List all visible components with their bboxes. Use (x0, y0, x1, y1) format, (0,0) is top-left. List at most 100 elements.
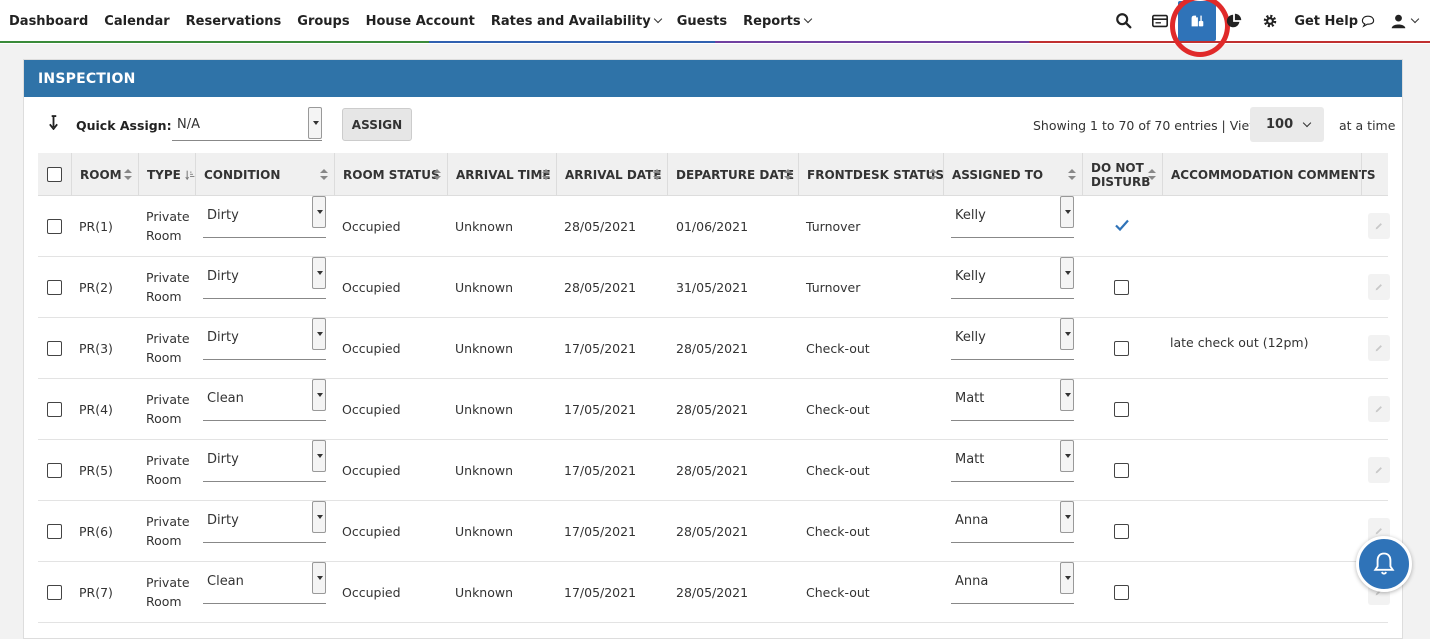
assigned-to-select[interactable]: Matt (951, 379, 1074, 421)
frontdesk-status-cell: Check-out (806, 462, 870, 478)
nav-item-label: Groups (297, 13, 350, 29)
condition-value: Clean (207, 391, 244, 406)
search-icon[interactable] (1106, 3, 1142, 39)
dnd-checkbox[interactable] (1114, 462, 1129, 478)
header-do-not-disturb[interactable]: DO NOT DISTURB (1082, 153, 1162, 196)
assigned-to-select[interactable]: Kelly (951, 318, 1074, 360)
dropdown-arrow-icon[interactable] (1060, 501, 1074, 533)
assigned-to-select[interactable]: Anna (951, 562, 1074, 604)
nav-item-reports[interactable]: Reports (735, 14, 818, 29)
dropdown-arrow-icon[interactable] (1060, 196, 1074, 228)
header-arrival-time[interactable]: ARRIVAL TIME (447, 153, 556, 196)
nav-item-groups[interactable]: Groups (289, 14, 357, 29)
nav-item-label: Dashboard (9, 13, 89, 29)
dnd-checkbox[interactable] (1114, 401, 1129, 417)
dropdown-arrow-icon[interactable] (1060, 562, 1074, 594)
dropdown-arrow-icon[interactable] (312, 562, 326, 594)
row-checkbox[interactable] (47, 279, 62, 295)
housekeeping-icon[interactable] (1170, 0, 1231, 57)
nav-item-guests[interactable]: Guests (669, 14, 735, 29)
row-checkbox[interactable] (47, 340, 62, 356)
at-time-label: at a time (1339, 118, 1396, 133)
assigned-to-select[interactable]: Anna (951, 501, 1074, 543)
arrival-time-cell: Unknown (455, 218, 514, 234)
assigned-to-value: Kelly (955, 330, 986, 345)
edit-button[interactable] (1368, 396, 1390, 422)
user-menu[interactable] (1390, 13, 1420, 30)
dropdown-arrow-icon[interactable] (312, 196, 326, 228)
row-select-cell (47, 318, 62, 378)
page-size-select[interactable]: 100 (1250, 107, 1324, 142)
assigned-to-select[interactable]: Kelly (951, 196, 1074, 238)
gear-icon[interactable] (1252, 3, 1288, 39)
sort-icon (124, 169, 132, 181)
row-checkbox[interactable] (47, 462, 62, 478)
dropdown-arrow-icon[interactable] (312, 379, 326, 411)
header-room-status-label: ROOM STATUS (343, 167, 440, 182)
condition-select[interactable]: Clean (203, 562, 326, 604)
condition-select[interactable]: Dirty (203, 318, 326, 360)
arrival-time-cell: Unknown (455, 523, 514, 539)
dropdown-arrow-icon[interactable] (1060, 379, 1074, 411)
assign-button[interactable]: ASSIGN (342, 108, 412, 141)
dnd-checkbox[interactable] (1114, 584, 1129, 600)
edit-button[interactable] (1368, 457, 1390, 483)
dropdown-arrow-icon[interactable] (308, 107, 322, 139)
nav-item-label: Reservations (185, 13, 282, 29)
dropdown-arrow-icon[interactable] (312, 440, 326, 472)
dnd-checkbox[interactable] (1114, 279, 1129, 295)
row-checkbox[interactable] (47, 523, 62, 539)
sort-down-icon[interactable] (48, 115, 59, 134)
nav-item-calendar[interactable]: Calendar (96, 14, 177, 29)
assigned-to-select[interactable]: Matt (951, 440, 1074, 482)
nav-item-house-account[interactable]: House Account (358, 14, 483, 29)
nav-item-rates-and-availability[interactable]: Rates and Availability (483, 14, 669, 29)
dropdown-arrow-icon[interactable] (312, 257, 326, 289)
condition-select[interactable]: Dirty (203, 257, 326, 299)
dropdown-arrow-icon[interactable] (1060, 440, 1074, 472)
header-type[interactable]: TYPE (138, 153, 195, 196)
type-line2: Room (146, 350, 182, 365)
condition-select[interactable]: Clean (203, 379, 326, 421)
dropdown-arrow-icon[interactable] (1060, 257, 1074, 289)
row-checkbox[interactable] (47, 401, 62, 417)
header-room[interactable]: ROOM (71, 153, 138, 196)
checkmark-icon[interactable] (1114, 217, 1130, 236)
nav-item-dashboard[interactable]: Dashboard (0, 14, 96, 29)
edit-button[interactable] (1368, 213, 1390, 239)
header-room-status[interactable]: ROOM STATUS (334, 153, 447, 196)
select-all-checkbox[interactable] (47, 167, 62, 182)
edit-button[interactable] (1368, 335, 1390, 361)
header-frontdesk-status-label: FRONTDESK STATUS (807, 167, 944, 182)
toolbar: Quick Assign: N/A ASSIGN Showing 1 to 70… (24, 97, 1402, 153)
dnd-checkbox[interactable] (1114, 340, 1129, 356)
row-checkbox[interactable] (47, 218, 62, 234)
dropdown-arrow-icon[interactable] (312, 501, 326, 533)
edit-button[interactable] (1368, 274, 1390, 300)
condition-select[interactable]: Dirty (203, 196, 326, 238)
condition-select[interactable]: Dirty (203, 440, 326, 482)
header-assigned-to[interactable]: ASSIGNED TO (943, 153, 1082, 196)
dnd-cell (1114, 196, 1130, 256)
header-arrival-date[interactable]: ARRIVAL DATE (556, 153, 667, 196)
header-type-label: TYPE (147, 167, 181, 182)
assigned-to-select[interactable]: Kelly (951, 257, 1074, 299)
nav-item-reservations[interactable]: Reservations (178, 14, 290, 29)
row-checkbox[interactable] (47, 584, 62, 600)
notifications-button[interactable] (1356, 536, 1412, 592)
dropdown-arrow-icon[interactable] (1060, 318, 1074, 350)
dnd-checkbox[interactable] (1114, 523, 1129, 539)
quick-assign-select[interactable]: N/A (172, 107, 322, 141)
header-condition[interactable]: CONDITION (195, 153, 334, 196)
get-help-link[interactable]: Get Help (1294, 13, 1376, 29)
header-frontdesk-status[interactable]: FRONTDESK STATUS (798, 153, 944, 196)
chevron-down-icon (653, 14, 662, 24)
dropdown-arrow-icon[interactable] (312, 318, 326, 350)
condition-select[interactable]: Dirty (203, 501, 326, 543)
arrival-date-cell: 28/05/2021 (564, 279, 637, 295)
header-departure-date[interactable]: DEPARTURE DATE (667, 153, 798, 196)
chevron-down-icon (803, 14, 812, 24)
row-select-cell (47, 196, 62, 256)
pie-chart-icon[interactable] (1216, 3, 1252, 39)
condition-value: Dirty (207, 330, 239, 345)
